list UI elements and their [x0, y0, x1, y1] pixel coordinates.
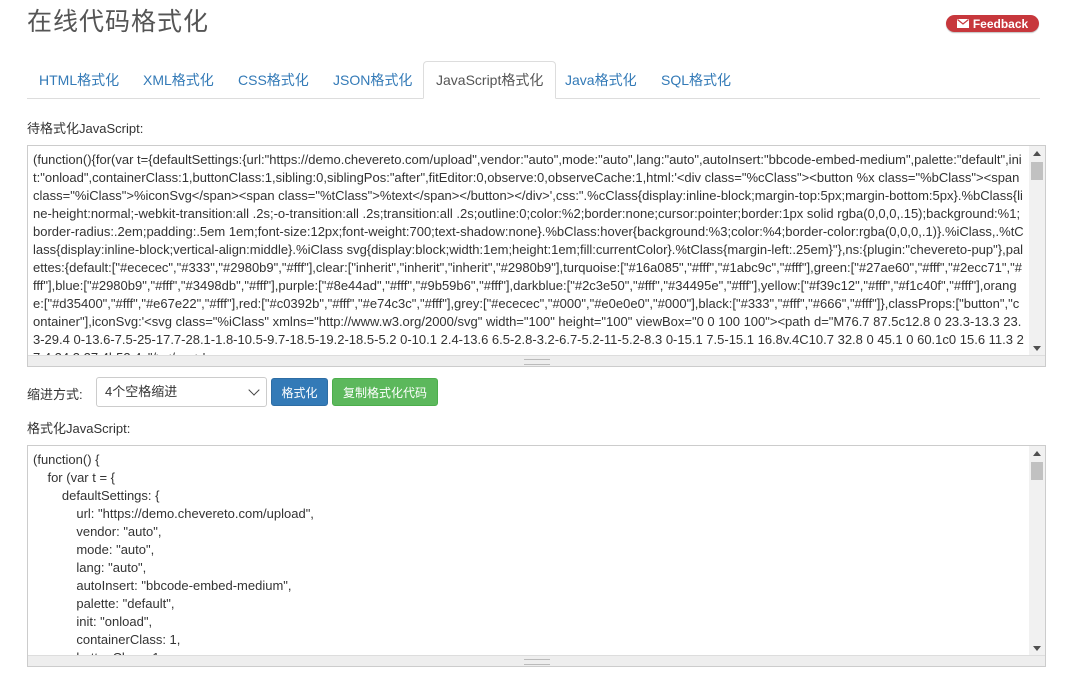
page-title: 在线代码格式化	[27, 8, 210, 36]
input-code-text: (function(){for(var t={defaultSettings:{…	[33, 152, 1024, 356]
scroll-up-arrow-icon[interactable]	[1033, 151, 1041, 156]
format-tabs: HTML格式化 XML格式化 CSS格式化 JSON格式化 JavaScript…	[27, 61, 1040, 99]
output-scrollbar[interactable]	[1029, 446, 1045, 656]
tab-sql[interactable]: SQL格式化	[649, 62, 743, 97]
envelope-icon	[956, 19, 969, 28]
tab-java[interactable]: Java格式化	[553, 62, 649, 97]
copy-formatted-button[interactable]: 复制格式化代码	[332, 378, 438, 406]
format-button[interactable]: 格式化	[271, 378, 328, 406]
input-scrollbar[interactable]	[1029, 146, 1045, 356]
input-code-textarea[interactable]: (function(){for(var t={defaultSettings:{…	[27, 145, 1046, 367]
indent-selected-value: 4个空格缩进	[105, 384, 178, 399]
output-resize-handle[interactable]	[28, 655, 1045, 666]
output-code-textarea[interactable]: (function() { for (var t = { defaultSett…	[27, 445, 1046, 667]
indent-select[interactable]: 4个空格缩进	[96, 377, 267, 407]
tab-css[interactable]: CSS格式化	[226, 62, 321, 97]
feedback-label: Feedback	[972, 16, 1029, 31]
scroll-down-arrow-icon[interactable]	[1033, 646, 1041, 651]
tab-html[interactable]: HTML格式化	[27, 62, 131, 97]
grip-icon	[523, 659, 550, 665]
grip-icon	[523, 359, 550, 365]
tab-xml[interactable]: XML格式化	[131, 62, 226, 97]
input-scroll-thumb[interactable]	[1031, 162, 1043, 180]
scroll-up-arrow-icon[interactable]	[1033, 451, 1041, 456]
output-label: 格式化JavaScript:	[27, 421, 131, 436]
output-code-text: (function() { for (var t = { defaultSett…	[33, 452, 314, 656]
tab-javascript[interactable]: JavaScript格式化	[423, 61, 557, 99]
feedback-button[interactable]: Feedback	[946, 15, 1039, 32]
scroll-down-arrow-icon[interactable]	[1033, 346, 1041, 351]
tab-json[interactable]: JSON格式化	[321, 62, 424, 97]
output-scroll-thumb[interactable]	[1031, 462, 1043, 480]
page: 在线代码格式化 Feedback HTML格式化 XML格式化 CSS格式化 J…	[0, 0, 1080, 676]
indent-label: 缩进方式:	[27, 387, 83, 402]
input-label: 待格式化JavaScript:	[27, 121, 144, 136]
chevron-down-icon	[248, 384, 260, 396]
input-resize-handle[interactable]	[28, 355, 1045, 366]
